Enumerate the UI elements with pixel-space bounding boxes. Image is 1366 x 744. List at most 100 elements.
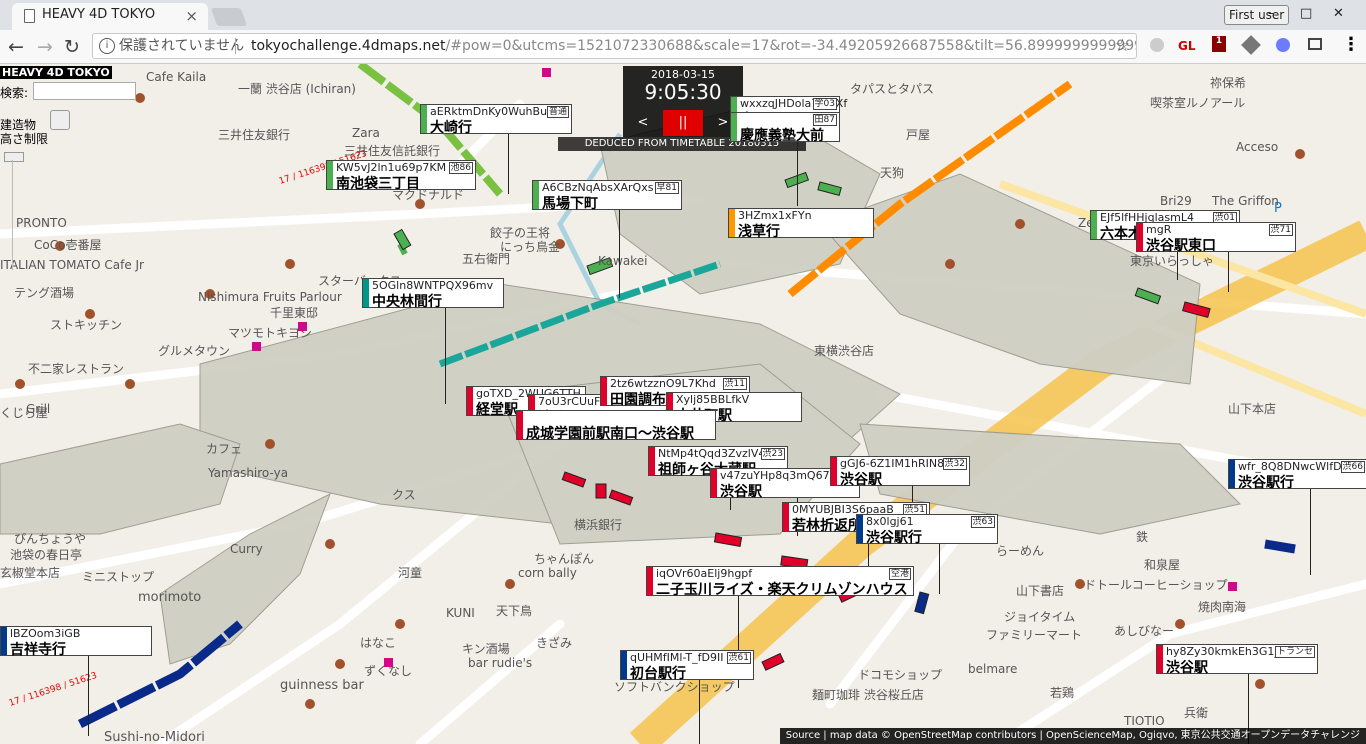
url-path: /#pow=0&utcms=1521072330688&scale=17&rot… [445,38,1137,54]
route-badge: 渋61 [726,652,751,664]
menu-icon[interactable]: ⋮ [1342,34,1360,55]
line-color-bar [831,457,837,485]
vehicle-label[interactable]: 8x0lgj61 渋谷駅行 渋63 [856,514,998,546]
height-slider-track[interactable] [12,160,13,270]
vehicle-label[interactable]: 成城学園前駅南口〜渋谷駅 [516,410,716,442]
line-color-bar [711,469,717,497]
vehicle-destination: 吉祥寺行 [10,642,66,658]
route-badge: 渋23 [760,448,785,460]
pause-button[interactable]: || [663,110,703,136]
line-color-bar [1157,645,1163,673]
line-color-bar [421,105,427,133]
line-color-bar [1137,223,1143,251]
place-label: ちゃんぽん [534,552,595,566]
line-color-bar [1,627,7,655]
line-color-bar [517,411,523,439]
vehicle-destination: 渋谷駅東口 [1146,238,1216,254]
new-tab-button[interactable] [210,8,248,26]
reload-icon[interactable]: ↻ [64,36,80,58]
route-badge: 渋11 [722,378,747,390]
close-tab-icon[interactable]: × [185,7,198,25]
route-badge: 渋63 [970,516,995,528]
ublock-icon[interactable]: 1 [1212,36,1226,52]
place-label: belmare [968,662,1018,676]
line-color-bar [647,567,653,595]
cast-icon[interactable] [1308,38,1322,50]
vehicle-label[interactable]: iqOVr60aElj9hgpf 二子玉川ライズ・楽天クリムゾンハウス 空港 [646,566,914,598]
place-label: 和泉屋 [1144,558,1181,572]
vehicle-label[interactable]: 3HZmx1xFYn 浅草行 [728,208,874,240]
vehicle-label[interactable]: wfr_8Q8DNwcWlfDd 渋谷駅行 渋66 [1228,459,1366,491]
place-label: TIOTIO [1124,714,1165,728]
vehicle-label[interactable]: 5OGln8WNTPQX96mv 中央林間行 [362,278,504,310]
place-label: タパスとタパス [850,82,935,96]
tab-heavy-4d-tokyo[interactable]: HEAVY 4D TOKYO × [12,3,208,30]
map-viewport[interactable]: P 17 / 116398 / 51623 17 / 116398 / 5162… [0,64,1366,744]
vehicle-destination: 成城学園前駅南口〜渋谷駅 [526,426,694,442]
bus-keio [1264,539,1296,554]
eyedropper-icon[interactable] [1241,35,1261,55]
extension-grey-icon[interactable] [1150,38,1164,52]
vehicle-label[interactable]: lBZOom3iGB 吉祥寺行 [0,626,152,658]
rewind-button[interactable]: < [623,110,663,136]
place-label: 千里東邸 [270,306,319,320]
route-badge: トランセ [1274,646,1315,658]
extension-r-icon[interactable] [1276,38,1290,52]
height-slider-handle[interactable] [4,152,24,162]
vehicle-label[interactable]: aERktmDnKy0WuhBu 大崎行 普通 [420,104,572,136]
search-input[interactable] [33,82,136,100]
label-leader-line [619,210,620,298]
vehicle-destination: 二子玉川ライズ・楽天クリムゾンハウス [656,582,908,598]
place-label: 五右衛門 [462,252,511,266]
vehicle-label[interactable]: qUHMfIMl-T_fD9II 初台駅行 渋61 [620,650,754,682]
place-label: テング酒場 [14,286,75,300]
forward-icon[interactable]: → [37,36,53,58]
profile-button[interactable]: First user [1224,5,1290,25]
minimize-icon[interactable]: – [1268,6,1275,21]
place-label: morimoto [138,590,202,605]
vehicle-label[interactable]: mgR 渋谷駅東口 渋71 [1136,222,1296,254]
vehicle-destination: 渋谷駅 [840,472,882,488]
place-label: 焼肉南海 [1198,600,1247,614]
line-color-bar [729,209,735,237]
place-label: ドトールコーヒーショップ [1084,578,1228,592]
place-label: Curry [230,542,263,556]
place-label: 鉄 [1136,530,1149,544]
bookmark-star-icon[interactable]: ☆ [1115,34,1130,58]
vehicle-destination: 渋谷駅行 [1238,475,1294,491]
place-label: Nishimura Fruits Parlour [198,290,342,304]
current-time: 9:05:30 [644,80,722,104]
url-text[interactable]: tokyochallenge.4dmaps.net/#pow=0&utcms=1… [251,34,1137,58]
maximize-icon[interactable]: □ [1300,6,1312,21]
place-label: Acceso [1236,140,1279,154]
building-toggle[interactable] [50,110,70,130]
address-bar[interactable]: i 保護されていません tokyochallenge.4dmaps.net/#p… [92,33,1137,59]
vehicle-label[interactable]: A6CBzNqAbsXArQxs 馬場下町 早81 [532,180,682,212]
vehicle-label[interactable]: gGJ6-6Z1IM1hRIN8 渋谷駅 渋32 [830,456,970,488]
vehicle-destination: 初台駅行 [630,666,686,682]
place-label: Grill [26,402,51,416]
place-label: ファミリーマート [986,628,1083,642]
route-badge: 田87 [812,114,837,126]
close-window-icon[interactable]: ✕ [1333,6,1344,21]
label-leader-line [88,656,89,736]
vehicle-label[interactable]: KW5vJ2ln1u69p7KM 南池袋三丁目 池86 [326,160,476,192]
place-label: KUNI [446,606,475,620]
place-label: キン酒場 [462,642,510,656]
place-label: Yamashiro-ya [208,466,289,480]
place-label: ずくなし [364,664,413,678]
info-icon[interactable]: i [99,38,115,54]
place-label: 喫茶室ルノアール [1150,96,1246,110]
vehicle-label[interactable]: hy8Zy30kmkEh3G1_ 渋谷駅 トランセ [1156,644,1318,676]
back-icon[interactable]: ← [8,36,24,58]
vehicle-label[interactable]: 慶應義塾大前 田87 [730,112,840,144]
vehicle-destination: 中央林間行 [372,294,442,310]
place-label: あしびなー [1114,624,1175,638]
place-label: 若鶏 [1050,686,1075,700]
security-status[interactable]: 保護されていません [119,34,244,58]
place-label: ジョイタイム [1004,610,1076,624]
route-badge: 渋32 [942,458,967,470]
line-color-bar [649,447,655,475]
place-label: 祢保希 [1210,76,1247,90]
extension-gl-icon[interactable]: GL [1178,39,1196,53]
